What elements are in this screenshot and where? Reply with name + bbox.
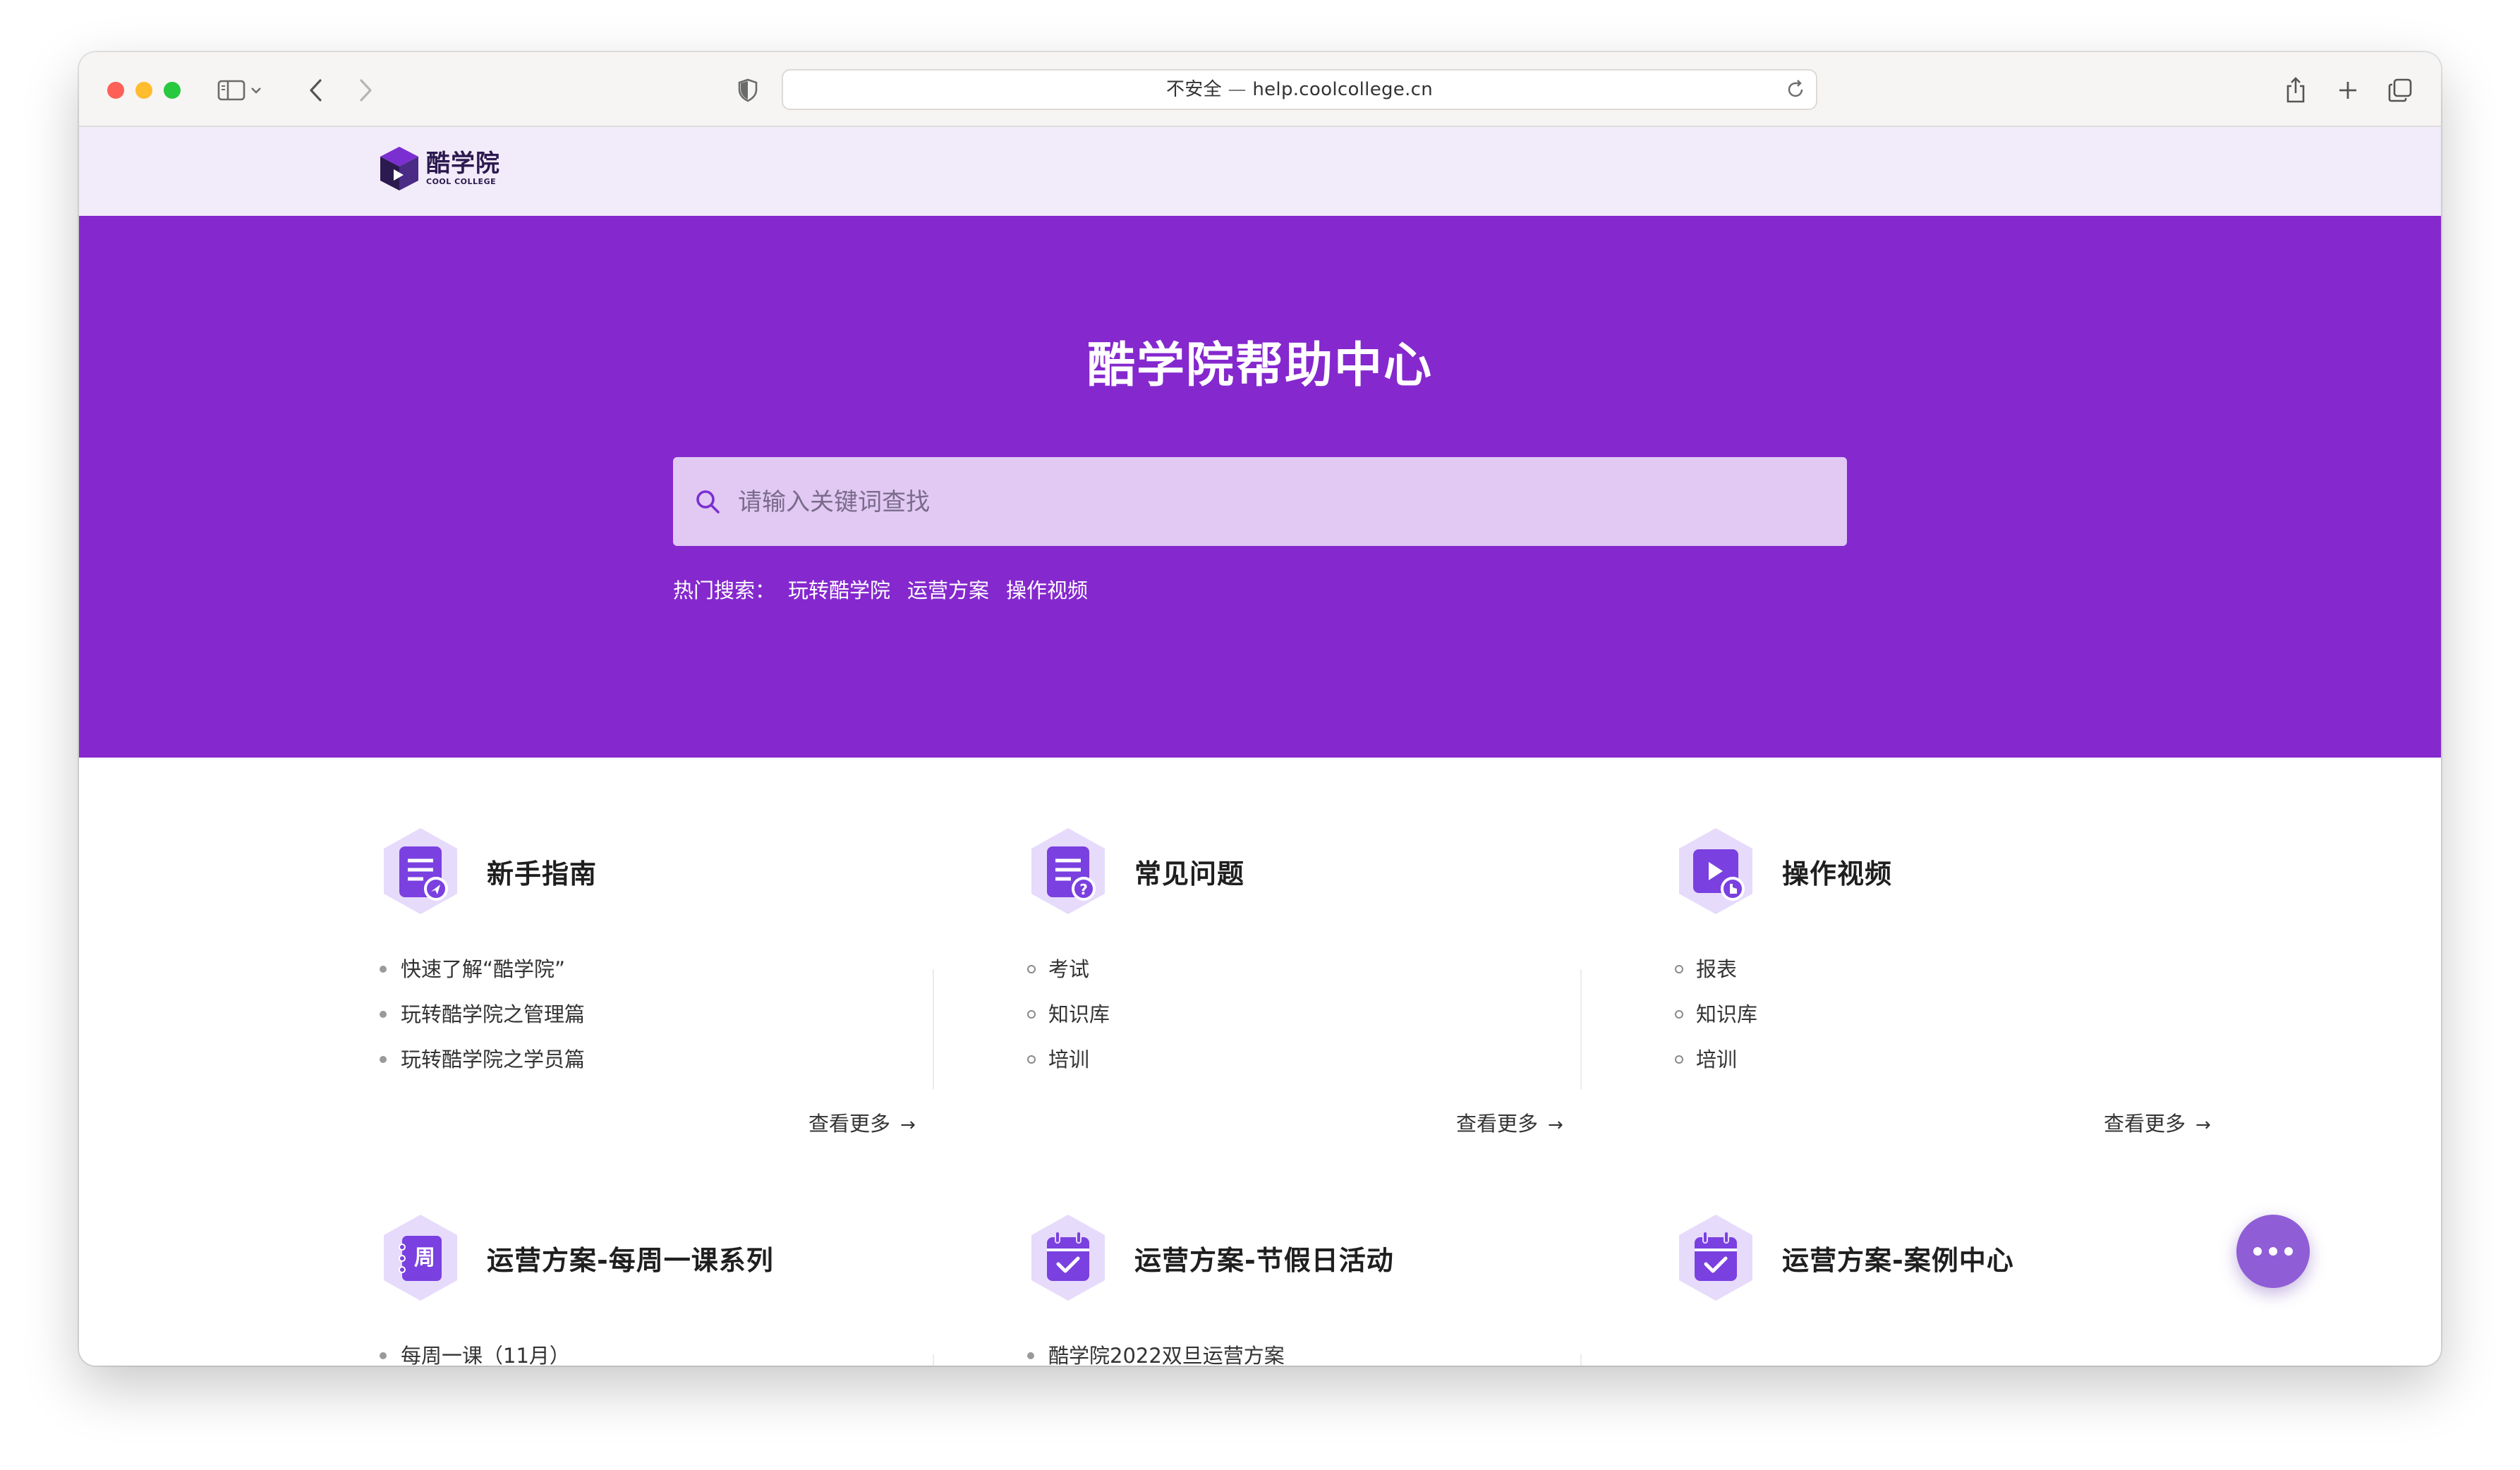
- card-header[interactable]: 运营方案-节假日活动: [1026, 1212, 1394, 1304]
- back-icon[interactable]: [298, 72, 334, 109]
- browser-window: 不安全 — help.coolcollege.cn 酷学院 COOL COLLE…: [79, 52, 2441, 1366]
- address-bar[interactable]: 不安全 — help.coolcollege.cn: [782, 69, 1817, 110]
- view-more-link[interactable]: 查看更多 →: [2104, 1107, 2211, 1137]
- chevron-down-icon[interactable]: [246, 72, 267, 109]
- card-item-list: 考试 知识库 培训: [1026, 947, 1110, 1082]
- hot-searches-label: 热门搜索：: [673, 578, 776, 602]
- card-title[interactable]: 新手指南: [487, 852, 597, 891]
- chat-bubble-icon: [2253, 1247, 2262, 1256]
- column-divider: [933, 1354, 934, 1366]
- chat-support-button[interactable]: [2236, 1215, 2310, 1288]
- site-header: 酷学院 COOL COLLEGE: [79, 127, 2441, 216]
- card-header[interactable]: 运营方案-案例中心: [1673, 1212, 2014, 1304]
- chat-bubble-icon: [2284, 1247, 2293, 1256]
- list-item[interactable]: 考试: [1026, 947, 1110, 992]
- share-icon[interactable]: [2277, 72, 2314, 109]
- search-icon: [694, 488, 721, 518]
- list-item[interactable]: 酷学院2022双旦运营方案: [1026, 1333, 1285, 1366]
- weekly-calendar-icon: 周: [378, 1212, 463, 1304]
- column-divider: [933, 969, 934, 1089]
- site-logo[interactable]: 酷学院 COOL COLLEGE: [378, 145, 500, 192]
- minimize-window-button[interactable]: [135, 82, 152, 99]
- privacy-shield-icon[interactable]: [729, 72, 766, 109]
- tab-overview-icon[interactable]: [2382, 72, 2418, 109]
- forward-icon[interactable]: [347, 72, 384, 109]
- hot-search-link[interactable]: 运营方案: [907, 574, 989, 604]
- reload-icon[interactable]: [1785, 79, 1806, 103]
- card-item-list: 酷学院2022双旦运营方案: [1026, 1333, 1285, 1366]
- card-item-list: 每周一课（11月）: [378, 1333, 570, 1366]
- card-header[interactable]: 新手指南: [378, 825, 597, 917]
- video-icon: [1673, 825, 1758, 917]
- view-more-link[interactable]: 查看更多 →: [1456, 1107, 1563, 1137]
- list-item[interactable]: 培训: [1673, 1037, 1757, 1082]
- view-more-label: 查看更多: [2104, 1112, 2186, 1136]
- card-header[interactable]: ? 常见问题: [1026, 825, 1244, 917]
- arrow-right-icon: →: [2195, 1114, 2211, 1136]
- logo-text: 酷学院 COOL COLLEGE: [426, 150, 500, 187]
- list-item[interactable]: 知识库: [1026, 992, 1110, 1037]
- card-item-list: 报表 知识库 培训: [1673, 947, 1757, 1082]
- arrow-right-icon: →: [900, 1114, 916, 1136]
- card-title[interactable]: 操作视频: [1782, 852, 1892, 891]
- card-title[interactable]: 运营方案-每周一课系列: [487, 1239, 774, 1277]
- list-item[interactable]: 报表: [1673, 947, 1757, 992]
- arrow-right-icon: →: [1548, 1114, 1563, 1136]
- zoom-window-button[interactable]: [164, 82, 181, 99]
- faq-icon: ?: [1026, 825, 1110, 917]
- security-label: 不安全: [1165, 79, 1222, 100]
- card-title[interactable]: 运营方案-案例中心: [1782, 1239, 2014, 1277]
- view-more-label: 查看更多: [808, 1112, 891, 1136]
- svg-text:?: ?: [1079, 881, 1088, 898]
- address-text: 不安全 — help.coolcollege.cn: [783, 71, 1816, 109]
- logo-chinese-name: 酷学院: [426, 150, 500, 178]
- url-domain: help.coolcollege.cn: [1252, 79, 1434, 100]
- browser-toolbar: 不安全 — help.coolcollege.cn: [79, 52, 2441, 127]
- calendar-check-icon: [1673, 1212, 1758, 1304]
- page-title: 酷学院帮助中心: [1086, 338, 1433, 394]
- card-title[interactable]: 常见问题: [1134, 852, 1244, 891]
- list-item[interactable]: 玩转酷学院之管理篇: [378, 992, 585, 1037]
- card-header[interactable]: 周 运营方案-每周一课系列: [378, 1212, 774, 1304]
- hot-search-link[interactable]: 玩转酷学院: [788, 574, 890, 604]
- chat-bubble-icon: [2269, 1247, 2277, 1256]
- help-categories: 新手指南 快速了解“酷学院” 玩转酷学院之管理篇 玩转酷学院之学员篇 查看更多 →: [79, 758, 2441, 1366]
- search-box[interactable]: [673, 457, 1847, 547]
- card-title[interactable]: 运营方案-节假日活动: [1134, 1239, 1394, 1277]
- list-item[interactable]: 知识库: [1673, 992, 1757, 1037]
- list-item[interactable]: 每周一课（11月）: [378, 1333, 570, 1366]
- search-input[interactable]: [737, 457, 1826, 547]
- column-divider: [1580, 969, 1582, 1089]
- list-item[interactable]: 快速了解“酷学院”: [378, 947, 585, 992]
- column-divider: [1580, 1354, 1582, 1366]
- sidebar-toggle-icon[interactable]: [213, 72, 250, 109]
- close-window-button[interactable]: [107, 82, 124, 99]
- hero-banner: 酷学院帮助中心 热门搜索： 玩转酷学院 运营方案 操作视频: [79, 216, 2441, 758]
- url-separator: —: [1228, 79, 1247, 100]
- card-item-list: 快速了解“酷学院” 玩转酷学院之管理篇 玩转酷学院之学员篇: [378, 947, 585, 1082]
- card-header[interactable]: 操作视频: [1673, 825, 1892, 917]
- logo-english-name: COOL COLLEGE: [426, 177, 497, 186]
- list-item[interactable]: 培训: [1026, 1037, 1110, 1082]
- cube-logo-icon: [380, 147, 418, 190]
- view-more-label: 查看更多: [1456, 1112, 1539, 1136]
- guide-icon: [378, 825, 463, 917]
- new-tab-icon[interactable]: [2330, 72, 2366, 109]
- list-item[interactable]: 玩转酷学院之学员篇: [378, 1037, 585, 1082]
- hot-searches: 热门搜索： 玩转酷学院 运营方案 操作视频: [673, 574, 1088, 604]
- view-more-link[interactable]: 查看更多 →: [808, 1107, 916, 1137]
- hot-search-link[interactable]: 操作视频: [1006, 574, 1088, 604]
- calendar-check-icon: [1026, 1212, 1110, 1304]
- weekly-icon-label: 周: [414, 1246, 435, 1270]
